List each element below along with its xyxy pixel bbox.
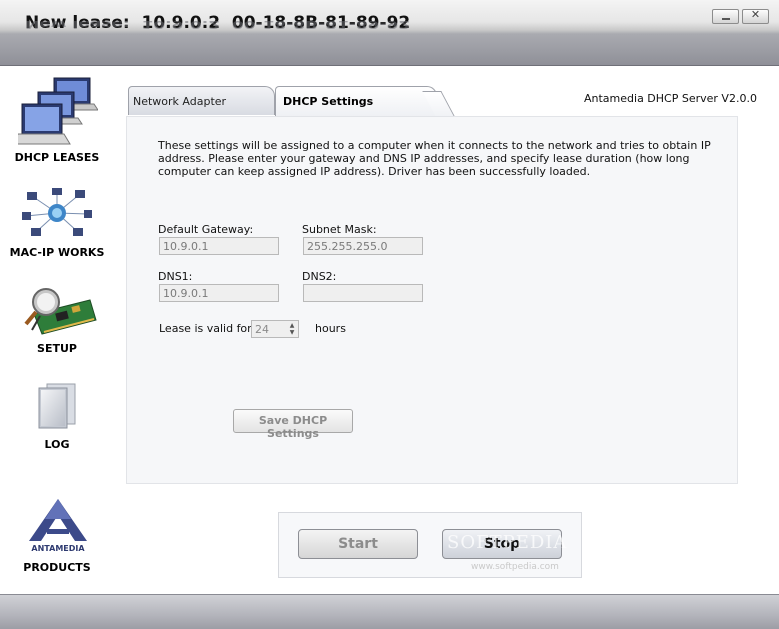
antamedia-logo: ANTAMEDIA <box>29 499 87 553</box>
sidebar-item-log[interactable] <box>0 380 114 438</box>
dns1-label: DNS1: <box>158 270 193 283</box>
network-icon <box>22 188 92 236</box>
sidebar-item-mac-ip-works[interactable] <box>0 186 114 246</box>
sidebar-item-label[interactable]: SETUP <box>0 342 114 355</box>
minimize-button[interactable] <box>712 9 739 24</box>
subnet-field[interactable]: 255.255.255.0 <box>303 237 423 255</box>
sidebar-item-label[interactable]: DHCP LEASES <box>0 151 114 164</box>
gateway-label: Default Gateway: <box>158 223 254 236</box>
sidebar-item-label[interactable]: MAC-IP WORKS <box>0 246 114 259</box>
sidebar-item-setup[interactable] <box>0 284 114 342</box>
dns2-label: DNS2: <box>302 270 337 283</box>
sidebar-item-label[interactable]: LOG <box>0 438 114 451</box>
save-dhcp-settings-button[interactable]: Save DHCP Settings <box>233 409 353 440</box>
lease-duration-stepper[interactable]: 24 ▲ ▼ <box>251 320 299 338</box>
lease-unit-label: hours <box>315 322 346 335</box>
minimize-icon <box>722 18 730 20</box>
network-card-icon <box>24 288 97 335</box>
gateway-field[interactable]: 10.9.0.1 <box>159 237 279 255</box>
svg-text:ANTAMEDIA: ANTAMEDIA <box>31 544 85 553</box>
tab-dhcp-settings[interactable]: DHCP Settings <box>275 86 437 117</box>
bottom-bar <box>0 594 779 629</box>
title-bar: New lease: 10.9.0.2 00-18-8B-81-89-92 Ne… <box>0 0 779 66</box>
subnet-label: Subnet Mask: <box>302 223 377 236</box>
sidebar-item-label[interactable]: PRODUCTS <box>0 561 114 574</box>
log-pages-icon <box>38 383 76 429</box>
close-button[interactable]: ✕ <box>742 8 769 24</box>
lease-duration-label: Lease is valid for <box>159 322 252 335</box>
sidebar-item-products[interactable]: ANTAMEDIA <box>0 497 114 557</box>
tab-network-adapter[interactable]: Network Adapter <box>128 86 275 115</box>
start-button[interactable]: Start <box>298 529 418 559</box>
lease-title-reflection: New lease: 10.9.0.2 00-18-8B-81-89-92 <box>25 18 411 30</box>
tab-label: DHCP Settings <box>283 95 374 108</box>
close-icon: ✕ <box>750 8 761 21</box>
tab-label: Network Adapter <box>133 95 227 108</box>
dns2-field[interactable] <box>303 284 423 302</box>
lease-duration-value: 24 <box>255 323 269 336</box>
version-label: Antamedia DHCP Server V2.0.0 <box>584 92 757 105</box>
computers-icon <box>18 77 98 145</box>
dns1-field[interactable]: 10.9.0.1 <box>159 284 279 302</box>
softpedia-watermark-url: www.softpedia.com <box>471 562 559 572</box>
softpedia-watermark: SOFTPEDIA <box>447 532 568 553</box>
spinner-arrows-icon[interactable]: ▲ ▼ <box>287 322 297 336</box>
description-text: These settings will be assigned to a com… <box>158 139 711 178</box>
